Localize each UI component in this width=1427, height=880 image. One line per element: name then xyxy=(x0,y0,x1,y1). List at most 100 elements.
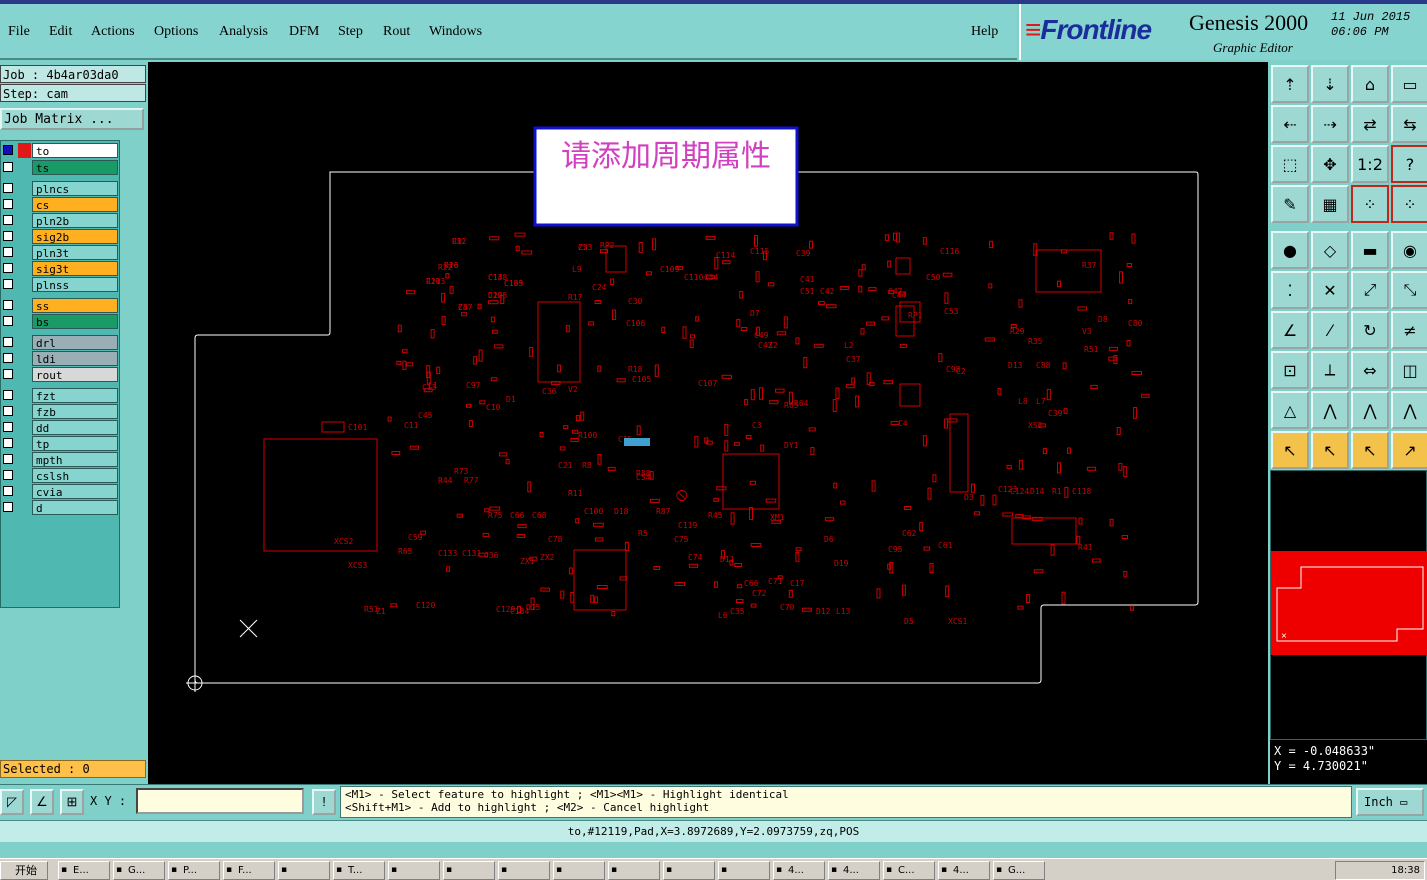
layer-checkbox[interactable] xyxy=(3,422,13,432)
layer-row-cvia[interactable]: cvia xyxy=(1,484,119,499)
layer-checkbox[interactable] xyxy=(3,183,13,193)
layer-row-fzt[interactable]: fzt xyxy=(1,388,119,403)
layer-checkbox[interactable] xyxy=(3,263,13,273)
layer-name[interactable]: sig3t xyxy=(32,261,118,276)
stretch-icon[interactable]: ⇔ xyxy=(1351,351,1389,389)
layer-checkbox[interactable] xyxy=(3,215,13,225)
taskbar-item[interactable]: ▪ T... xyxy=(333,861,385,880)
graphic-canvas[interactable]: C12 C16 R20 C14 C103 C105 C57 C23 RP2 L9 C24 R17 C30… xyxy=(148,62,1268,784)
layer-row-plncs[interactable]: plncs xyxy=(1,181,119,196)
edit-icon[interactable]: ✎ xyxy=(1271,185,1309,223)
layer-row-to[interactable]: to xyxy=(1,143,119,158)
pointer2-icon[interactable]: ↖ xyxy=(1311,431,1349,469)
taskbar-item[interactable]: ▪ xyxy=(663,861,715,880)
pointer3-icon[interactable]: ↖ xyxy=(1351,431,1389,469)
layer-row-rout[interactable]: rout xyxy=(1,367,119,382)
layer-row-bs[interactable]: bs xyxy=(1,314,119,329)
layer-row-ldi[interactable]: ldi xyxy=(1,351,119,366)
line-select-icon[interactable]: ⟂ xyxy=(1311,351,1349,389)
layer-name[interactable]: ldi xyxy=(32,351,118,366)
pad-select-icon[interactable]: ⊡ xyxy=(1271,351,1309,389)
layer-name[interactable]: drl xyxy=(32,335,118,350)
layer-checkbox[interactable] xyxy=(3,454,13,464)
menu-analysis[interactable]: Analysis xyxy=(219,24,268,40)
layer-name[interactable]: sig2b xyxy=(32,229,118,244)
layer-name[interactable]: pln2b xyxy=(32,213,118,228)
select-arrow-button[interactable]: ◸ xyxy=(0,789,24,815)
taskbar-item[interactable]: ▪ 4... xyxy=(773,861,825,880)
layer-checkbox[interactable] xyxy=(3,470,13,480)
menu-actions[interactable]: Actions xyxy=(91,24,135,40)
start-button[interactable]: 开始 xyxy=(0,861,48,880)
layer-checkbox[interactable] xyxy=(3,337,13,347)
layer-row-d[interactable]: d xyxy=(1,500,119,515)
layer-checkbox[interactable] xyxy=(3,231,13,241)
taskbar-item[interactable]: ▪ G... xyxy=(993,861,1045,880)
layer-checkbox[interactable] xyxy=(3,162,13,172)
layer-row-drl[interactable]: drl xyxy=(1,335,119,350)
layer-name[interactable]: to xyxy=(32,143,118,158)
layer-row-tp[interactable]: tp xyxy=(1,436,119,451)
grid-button[interactable]: ⊞ xyxy=(60,789,84,815)
window-icon[interactable]: ▭ xyxy=(1391,65,1427,103)
taskbar-item[interactable]: ▪ C... xyxy=(883,861,935,880)
layer-name[interactable]: pln3t xyxy=(32,245,118,260)
arc-icon[interactable]: △ xyxy=(1271,391,1309,429)
taskbar-item[interactable]: ▪ 4... xyxy=(938,861,990,880)
taskbar-item[interactable]: ▪ xyxy=(718,861,770,880)
copy-icon[interactable]: ⤡ xyxy=(1391,271,1427,309)
snap-a-icon[interactable]: ⁘ xyxy=(1351,185,1389,223)
taskbar-item[interactable]: ▪ F... xyxy=(223,861,275,880)
job-matrix-button[interactable]: Job Matrix ... xyxy=(0,108,144,130)
layer-row-mpth[interactable]: mpth xyxy=(1,452,119,467)
layer-checkbox[interactable] xyxy=(3,406,13,416)
layer-row-plnss[interactable]: plnss xyxy=(1,277,119,292)
taskbar-item[interactable]: ▪ E... xyxy=(58,861,110,880)
move-icon[interactable]: ⤢ xyxy=(1351,271,1389,309)
layer-row-ts[interactable]: ts xyxy=(1,160,119,175)
pcb-drawing[interactable]: C12C16R20 C14C103C105C57C23 RP2L9C24R17 C30… xyxy=(148,62,1268,784)
menu-file[interactable]: File xyxy=(8,24,30,40)
arc2-icon[interactable]: ⋀ xyxy=(1311,391,1349,429)
layer-checkbox[interactable] xyxy=(3,353,13,363)
taskbar-item[interactable]: ▪ xyxy=(278,861,330,880)
menu-help[interactable]: Help xyxy=(971,24,998,40)
zoom-in-icon[interactable]: ⇡ xyxy=(1271,65,1309,103)
layer-name[interactable]: ss xyxy=(32,298,118,313)
grid-icon[interactable]: ▦ xyxy=(1311,185,1349,223)
layer-checkbox[interactable] xyxy=(3,502,13,512)
scale-icon[interactable]: 1:2 xyxy=(1351,145,1389,183)
taskbar-item[interactable]: ▪ 4... xyxy=(828,861,880,880)
layer-name[interactable]: d xyxy=(32,500,118,515)
layer-checkbox[interactable] xyxy=(3,316,13,326)
measure-angle-button[interactable]: ∠ xyxy=(30,789,54,815)
layer-name[interactable]: cslsh xyxy=(32,468,118,483)
menu-dfm[interactable]: DFM xyxy=(289,24,319,40)
menu-options[interactable]: Options xyxy=(154,24,198,40)
layer-name[interactable]: ts xyxy=(32,160,118,175)
angle-icon[interactable]: ∠ xyxy=(1271,311,1309,349)
ruler-icon[interactable]: ▬ xyxy=(1351,231,1389,269)
arc4-icon[interactable]: ⋀ xyxy=(1391,391,1427,429)
line-icon[interactable]: ⁄ xyxy=(1311,311,1349,349)
layer-checkbox[interactable] xyxy=(3,438,13,448)
swap-icon[interactable]: ⇄ xyxy=(1351,105,1389,143)
taskbar-item[interactable]: ▪ P... xyxy=(168,861,220,880)
help-icon[interactable]: ? xyxy=(1391,145,1427,183)
layer-name[interactable]: dd xyxy=(32,420,118,435)
units-selector[interactable]: Inch ▭ xyxy=(1356,788,1424,816)
center-icon[interactable]: ✥ xyxy=(1311,145,1349,183)
home-icon[interactable]: ⌂ xyxy=(1351,65,1389,103)
layer-checkbox[interactable] xyxy=(3,279,13,289)
mirror-icon[interactable]: ≠ xyxy=(1391,311,1427,349)
layer-row-cslsh[interactable]: cslsh xyxy=(1,468,119,483)
swap-back-icon[interactable]: ⇆ xyxy=(1391,105,1427,143)
layer-row-sig3t[interactable]: sig3t xyxy=(1,261,119,276)
layer-checkbox[interactable] xyxy=(3,300,13,310)
pan-right-icon[interactable]: ⇢ xyxy=(1311,105,1349,143)
layer-name[interactable]: cs xyxy=(32,197,118,212)
layer-row-pln3t[interactable]: pln3t xyxy=(1,245,119,260)
delete-icon[interactable]: ✕ xyxy=(1311,271,1349,309)
layer-name[interactable]: tp xyxy=(32,436,118,451)
layer-row-cs[interactable]: cs xyxy=(1,197,119,212)
